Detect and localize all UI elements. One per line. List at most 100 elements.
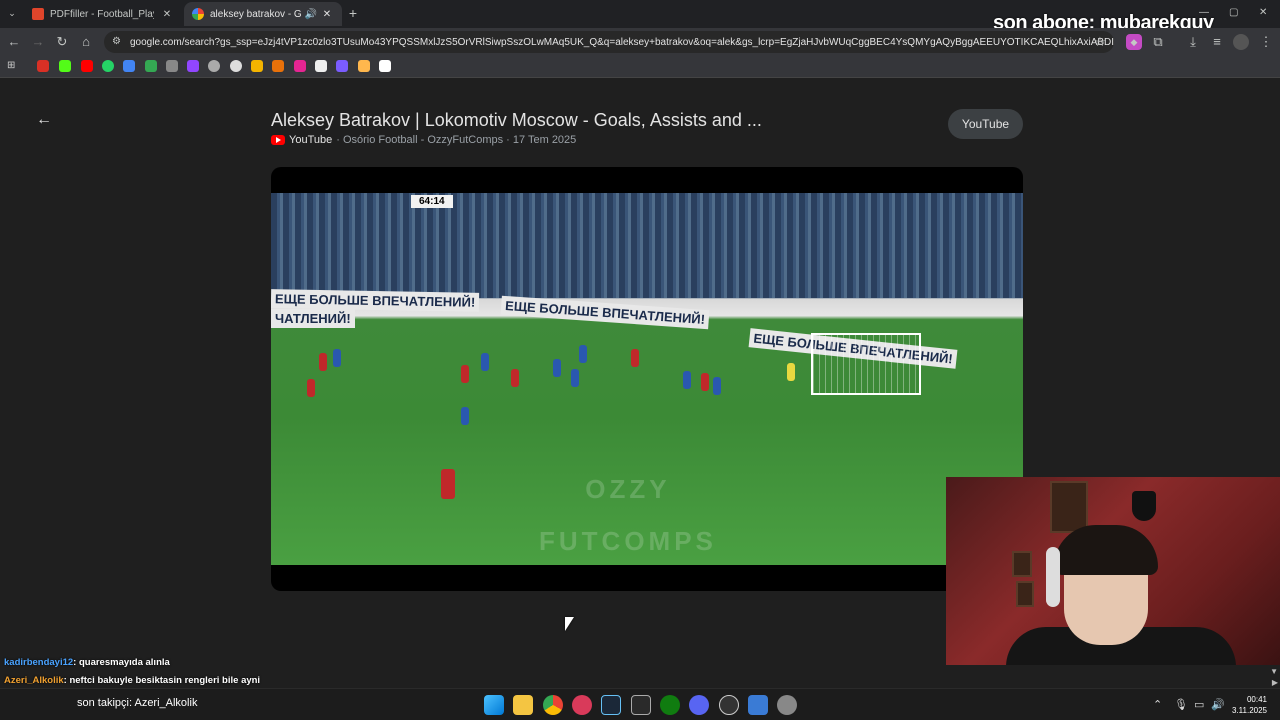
speaker-icon[interactable]: 🔊 — [304, 9, 318, 20]
chat-username: kadirbendayi12 — [4, 657, 74, 668]
microphone-icon[interactable]: 🎙 — [1174, 698, 1188, 711]
bookmark-icon-15[interactable] — [336, 60, 348, 72]
video-watermark: OZZY FUTCOMPS — [539, 463, 717, 565]
app-icon-blue[interactable] — [748, 695, 768, 715]
download-icon[interactable]: ⤓ — [1185, 34, 1201, 50]
player — [631, 349, 639, 367]
streamer-webcam — [946, 477, 1280, 665]
goal-net — [811, 333, 921, 395]
discord-icon[interactable] — [689, 695, 709, 715]
settings-icon[interactable] — [777, 695, 797, 715]
whatsapp-icon[interactable] — [102, 60, 114, 72]
bookmark-icon-17[interactable] — [379, 60, 391, 72]
mouse-cursor — [565, 617, 574, 631]
close-icon[interactable]: ✕ — [160, 9, 174, 20]
watermark-line-2: FUTCOMPS — [539, 526, 717, 556]
player — [683, 371, 691, 389]
apple-icon[interactable] — [166, 60, 178, 72]
bookmark-icon-6[interactable] — [145, 60, 157, 72]
home-icon[interactable]: ⌂ — [78, 34, 94, 50]
video-player[interactable]: 64:14 ЕЩЕ БОЛЬШЕ ВПЕЧАТЛЕНИЙ! ЧАТЛЕНИЙ! … — [271, 167, 1023, 591]
tray-chevron-icon[interactable]: ⌃ — [1153, 698, 1162, 711]
extensions-puzzle-icon[interactable]: ⧉ — [1150, 34, 1166, 50]
database-icon[interactable] — [315, 60, 327, 72]
wall-frame — [1050, 481, 1088, 533]
watermark-line-1: OZZY — [585, 474, 671, 504]
volume-icon[interactable]: 🔊 — [1211, 698, 1225, 711]
scroll-right-arrow[interactable]: ▶ — [1272, 678, 1278, 687]
source-label[interactable]: YouTube — [289, 134, 332, 146]
bookmark-icon-12[interactable] — [272, 60, 284, 72]
chrome-icon[interactable] — [543, 695, 563, 715]
chat-text: : quaresmayıda alınla — [73, 657, 170, 668]
pdffiller-icon — [32, 8, 44, 20]
clock-time: 00:41 — [1246, 695, 1267, 704]
ad-banner-2: ЧАТЛЕНИЙ! — [271, 309, 355, 328]
player — [307, 379, 315, 397]
back-arrow-icon[interactable]: ← — [36, 111, 52, 129]
xbox-icon[interactable] — [660, 695, 680, 715]
player — [571, 369, 579, 387]
youtube-icon — [271, 135, 285, 145]
player — [461, 407, 469, 425]
start-icon[interactable] — [484, 695, 504, 715]
app-icon-obs[interactable] — [719, 695, 739, 715]
file-explorer-icon[interactable] — [513, 695, 533, 715]
streamer-hair — [1054, 525, 1158, 575]
windows-taskbar: son takipçi: Azeri_Alkolik ⌃ 🎙 ▭ 🔊 00:41… — [0, 688, 1280, 720]
reload-icon[interactable]: ↻ — [54, 34, 70, 50]
steam-icon[interactable] — [601, 695, 621, 715]
translate-icon[interactable] — [123, 60, 135, 72]
display-icon[interactable]: ▭ — [1194, 698, 1204, 711]
video-frame: 64:14 ЕЩЕ БОЛЬШЕ ВПЕЧАТЛЕНИЙ! ЧАТЛЕНИЙ! … — [271, 193, 1023, 565]
bookmark-icon-13[interactable] — [294, 60, 306, 72]
meta-text: · Osório Football - OzzyFutComps · 17 Te… — [336, 134, 577, 146]
address-bar[interactable]: ⚙ google.com/search?gs_ssp=eJzj4tVP1zc0z… — [104, 31, 1114, 53]
tab-pdffiller[interactable]: PDFfiller - Football_Players_Stat ✕ — [24, 2, 182, 26]
player — [701, 373, 709, 391]
extension-icon[interactable]: ◆ — [1126, 34, 1142, 50]
back-icon[interactable]: ← — [6, 34, 22, 50]
stadium-stands — [271, 193, 1023, 298]
bookmark-star-icon[interactable]: ☆ — [1092, 34, 1108, 50]
chat-message: kadirbendayi12: quaresmayıda alınla — [4, 657, 170, 668]
tab-label: PDFfiller - Football_Players_Stat — [50, 8, 154, 20]
bookmark-icon-10[interactable] — [230, 60, 242, 72]
player — [579, 345, 587, 363]
chat-text: : neftci bakuyle besiktasin rengleri bil… — [63, 675, 261, 686]
site-info-icon[interactable]: ⚙ — [112, 36, 124, 48]
player — [553, 359, 561, 377]
menu-icon[interactable]: ⋮ — [1258, 34, 1274, 50]
media-control-icon[interactable]: ≡ — [1209, 34, 1225, 50]
gmail-icon[interactable] — [37, 60, 49, 72]
bookmark-icon-16[interactable] — [358, 60, 370, 72]
maximize-icon[interactable]: ▢ — [1229, 7, 1238, 18]
open-youtube-button[interactable]: YouTube — [948, 109, 1023, 139]
epic-games-icon[interactable] — [631, 695, 651, 715]
player — [333, 349, 341, 367]
match-clock: 64:14 — [411, 195, 453, 208]
scroll-down-arrow[interactable]: ▼ — [1270, 667, 1278, 676]
apps-grid-icon[interactable]: ⊞ — [7, 60, 19, 72]
kick-icon[interactable] — [59, 60, 71, 72]
last-follower-overlay: son takipçi: Azeri_Alkolik — [77, 697, 198, 709]
app-icon-red[interactable] — [572, 695, 592, 715]
bookmark-icon-9[interactable] — [208, 60, 220, 72]
twitch-icon[interactable] — [187, 60, 199, 72]
chat-username: Azeri_Alkolik — [4, 675, 64, 686]
video-title[interactable]: Aleksey Batrakov | Lokomotiv Moscow - Go… — [271, 110, 762, 131]
player — [461, 365, 469, 383]
close-icon[interactable]: ✕ — [320, 9, 334, 20]
profile-avatar[interactable] — [1233, 34, 1249, 50]
tab-google-search[interactable]: aleksey batrakov - Google'da 🔊 ✕ — [184, 2, 342, 26]
forward-icon[interactable]: → — [30, 34, 46, 50]
system-clock[interactable]: 00:41 3.11.2025 — [1232, 694, 1267, 716]
bookmark-icon-11[interactable] — [251, 60, 263, 72]
tab-search-button[interactable]: ⌄ — [4, 5, 20, 21]
player — [481, 353, 489, 371]
wall-frame — [1016, 581, 1034, 607]
team-crest — [1132, 491, 1156, 521]
youtube-icon[interactable] — [81, 60, 93, 72]
close-window-icon[interactable]: ✕ — [1259, 7, 1267, 18]
new-tab-button[interactable]: + — [345, 5, 361, 21]
